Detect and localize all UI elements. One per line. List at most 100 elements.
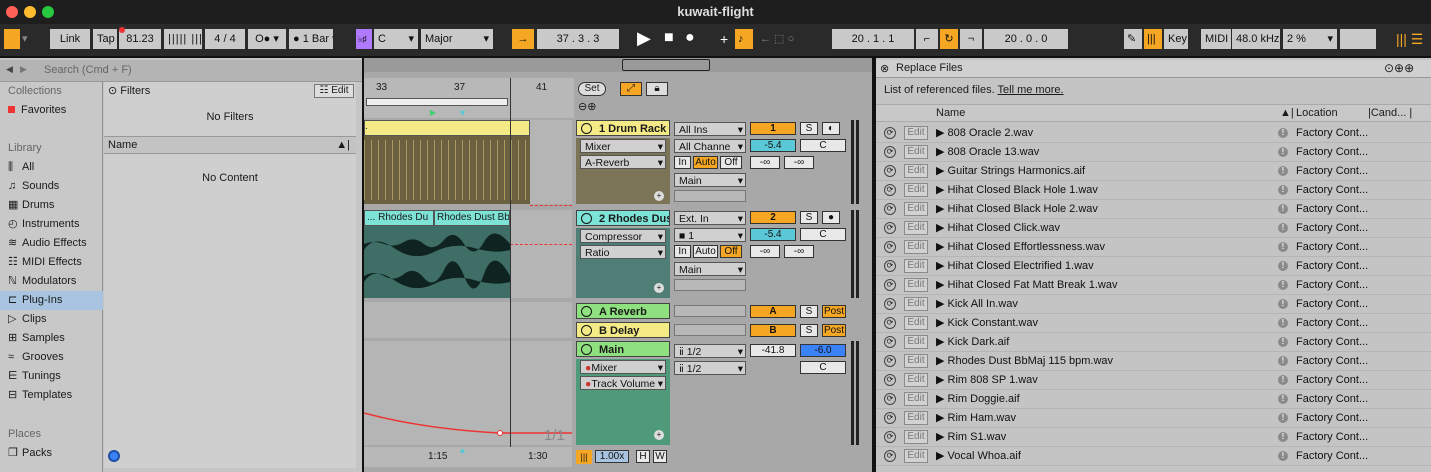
sidebar-item-clips[interactable]: ▷ Clips (0, 310, 103, 329)
file-row[interactable]: ⟳ Edit ▶ Kick Constant.wav! Factory Cont... (876, 314, 1431, 333)
browser-search-input[interactable]: Search (Cmd + F) (44, 64, 132, 76)
height-button[interactable]: H (636, 450, 650, 463)
tap-tempo-button[interactable]: Tap (93, 29, 117, 49)
return-b-activator[interactable]: B (750, 324, 796, 337)
stop-icon[interactable]: ■ (660, 29, 676, 49)
track1-input-type[interactable]: All Ins ▾ (674, 122, 746, 136)
track1-empty-lane[interactable] (530, 120, 572, 204)
expand-arrow-icon[interactable]: ▶ (936, 431, 948, 443)
expand-arrow-icon[interactable]: ▶ (936, 374, 948, 386)
track2-activator[interactable]: 2 (750, 211, 796, 224)
sidebar-item-tunings[interactable]: ⋿ Tunings (0, 367, 103, 386)
hotswap-icon[interactable]: ⟳ (884, 450, 896, 462)
main-track-name[interactable]: Main (576, 341, 670, 357)
overdub-icon[interactable]: + (716, 29, 732, 49)
expand-arrow-icon[interactable]: ▶ (936, 222, 948, 234)
col-name-header[interactable]: Name (936, 105, 965, 121)
hotswap-icon[interactable]: ⟳ (884, 412, 896, 424)
file-row[interactable]: ⟳ Edit ▶ Kick Dark.aif! Factory Cont... (876, 333, 1431, 352)
edit-button[interactable]: Edit (904, 392, 928, 406)
name-column-header[interactable]: Name ▲| (104, 136, 356, 154)
hotswap-icon[interactable]: ⟳ (884, 393, 896, 405)
expand-arrow-icon[interactable]: ▶ (936, 355, 948, 367)
sidebar-item-all[interactable]: ⫼ All (0, 158, 103, 177)
track1-param-chooser[interactable]: A-Reverb ▾ (580, 155, 666, 169)
metronome-button[interactable]: O● ▾ (248, 29, 286, 49)
hotswap-icon[interactable]: ⟳ (884, 127, 896, 139)
midi-map-button[interactable]: MIDI (1201, 29, 1231, 49)
sidebar-item-grooves[interactable]: ≈ Grooves (0, 348, 103, 367)
time-signature-field[interactable]: 4 / 4 (205, 29, 245, 49)
file-row[interactable]: ⟳ Edit ▶ Rim 808 SP 1.wav! Factory Cont... (876, 371, 1431, 390)
edit-button[interactable]: Edit (904, 373, 928, 387)
hotswap-icon[interactable]: ⟳ (884, 355, 896, 367)
sidebar-item-samples[interactable]: ⊞ Samples (0, 329, 103, 348)
track2-device-chooser[interactable]: Compressor ▾ (580, 229, 666, 243)
file-row[interactable]: ⟳ Edit ▶ Vocal Whoa.aif! Factory Cont... (876, 447, 1431, 466)
expand-arrow-icon[interactable]: ▶ (936, 260, 948, 272)
tell-me-more-link[interactable]: Tell me more. (998, 84, 1064, 96)
cpu-meter[interactable]: 2 % ▾ (1283, 29, 1337, 49)
back-nav-icon[interactable]: ◀ (6, 64, 13, 75)
hotswap-icon[interactable]: ⟳ (884, 279, 896, 291)
track1-send-a[interactable]: -∞ (750, 156, 780, 169)
file-row[interactable]: ⟳ Edit ▶ 808 Oracle 2.wav! Factory Cont... (876, 124, 1431, 143)
sidebar-item-plugins[interactable]: ⊏ Plug-Ins (0, 291, 103, 310)
expand-arrow-icon[interactable]: ▶ (936, 298, 948, 310)
file-row[interactable]: ⟳ Edit ▶ Rim S1.wav! Factory Cont... (876, 428, 1431, 447)
key-dropdown[interactable]: C ▾ (374, 29, 418, 49)
main-add-lane-icon[interactable]: + (654, 430, 664, 440)
returns-lane[interactable] (364, 302, 572, 338)
sidebar-item-packs[interactable]: ❒ Packs (0, 444, 103, 463)
hotswap-icon[interactable]: ⟳ (884, 222, 896, 234)
chevron-down-icon[interactable]: ▾ (22, 29, 36, 49)
file-row[interactable]: ⟳ Edit ▶ Rhodes Dust BbMaj 115 bpm.wav! Fac… (876, 352, 1431, 371)
punch-in-icon[interactable]: ⌐ (916, 29, 938, 49)
close-panel-icon[interactable]: ⊗ (880, 62, 889, 75)
nudge-buttons[interactable]: ||||| |||| (164, 29, 202, 49)
capture-icons[interactable]: ← ⬚ ○ (756, 29, 812, 49)
sidebar-item-drums[interactable]: ▦ Drums (0, 196, 103, 215)
forward-nav-icon[interactable]: ▶ (20, 64, 27, 75)
hotswap-icon[interactable]: ⟳ (884, 260, 896, 272)
return-a-solo[interactable]: S (800, 305, 818, 318)
scale-dropdown[interactable]: Major ▾ (421, 29, 493, 49)
track1-clip-header[interactable]: . (364, 120, 530, 136)
track2-send-a[interactable]: -∞ (750, 245, 780, 258)
hotswap-icon[interactable]: ⟳ (884, 146, 896, 158)
grid-toggle-icon[interactable]: ||| (576, 450, 592, 464)
edit-button[interactable]: Edit (904, 240, 928, 254)
track2-param-chooser[interactable]: Ratio ▾ (580, 245, 666, 259)
preview-toggle-icon[interactable] (108, 450, 120, 462)
main-lane[interactable]: 1/1 (363, 341, 572, 445)
expand-arrow-icon[interactable]: ▶ (936, 203, 948, 215)
set-button[interactable]: Set (578, 82, 606, 96)
return-a-post[interactable]: Post (822, 305, 846, 318)
edit-button[interactable]: Edit (904, 221, 928, 235)
expand-arrow-icon[interactable]: ▶ (936, 412, 948, 424)
track2-empty-lane[interactable] (510, 210, 572, 298)
file-row[interactable]: ⟳ Edit ▶ Hihat Closed Black Hole 2.wav! Fac… (876, 200, 1431, 219)
automation-arm-icon[interactable]: ♪ (735, 29, 753, 49)
file-row[interactable]: ⟳ Edit ▶ Hihat Closed Fat Matt Break 1.wav… (876, 276, 1431, 295)
edit-button[interactable]: Edit (904, 411, 928, 425)
edit-button[interactable]: Edit (904, 354, 928, 368)
loop-length-field[interactable]: 20 . 0 . 0 (984, 29, 1068, 49)
file-row[interactable]: ⟳ Edit ▶ Hihat Closed Effortlessness.wav! F… (876, 238, 1431, 257)
scale-mode-icon[interactable]: ♭♯ (356, 29, 372, 49)
track2-clip-body[interactable] (364, 226, 510, 298)
file-row[interactable]: ⟳ Edit ▶ Hihat Closed Electrified 1.wav! Fa… (876, 257, 1431, 276)
track1-monitor-in[interactable]: In (674, 156, 691, 169)
track2-volume[interactable]: -5.4 (750, 228, 796, 241)
scroll-arrows-icon[interactable]: ⊖⊕ (578, 100, 596, 113)
main-pan[interactable]: C (800, 361, 846, 374)
hotswap-icon[interactable]: ⟳ (884, 184, 896, 196)
track2-arm-icon[interactable]: ● (822, 211, 840, 224)
track1-output[interactable]: Main ▾ (674, 173, 746, 187)
hotswap-icon[interactable]: ⟳ (884, 374, 896, 386)
edit-button[interactable]: Edit (904, 259, 928, 273)
sidebar-item-sounds[interactable]: ♫ Sounds (0, 177, 103, 196)
expand-arrow-icon[interactable]: ▶ (936, 279, 948, 291)
edit-button[interactable]: Edit (904, 430, 928, 444)
track2-pan[interactable]: C (800, 228, 846, 241)
